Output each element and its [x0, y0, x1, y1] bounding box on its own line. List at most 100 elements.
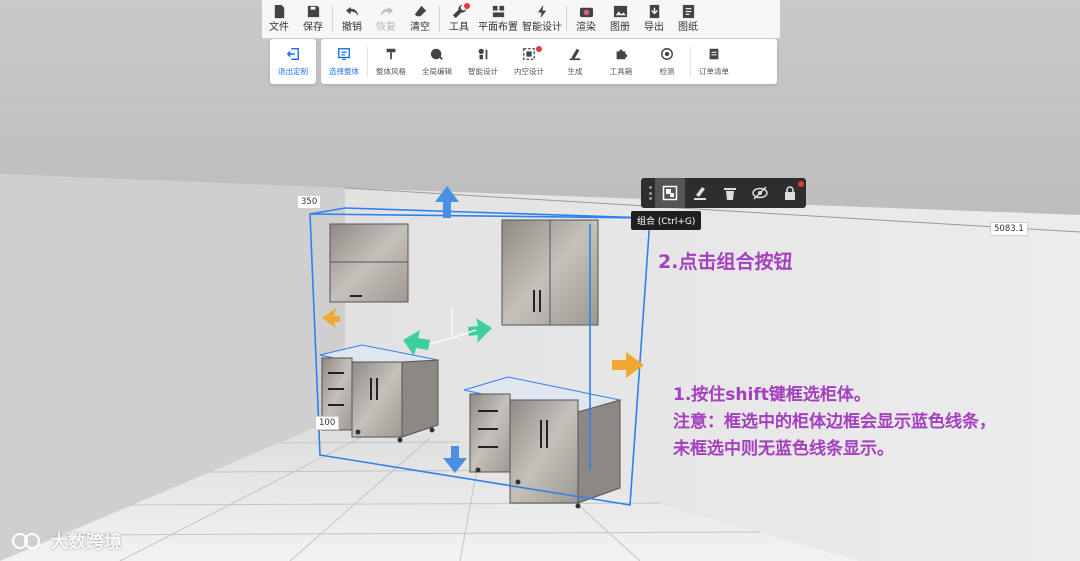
detect-icon — [661, 47, 673, 60]
undo-icon — [345, 6, 358, 17]
toolbar-smart-design[interactable]: 智能设计 — [520, 0, 564, 38]
toolbar-export[interactable]: 导出 — [637, 0, 671, 38]
toolbar-album-label: 图册 — [610, 22, 630, 33]
annotation-step-2: 2.点击组合按钮 — [658, 251, 793, 273]
toolbar-drawing-label: 图纸 — [678, 22, 698, 33]
generate-icon — [569, 48, 581, 60]
toolbar-tools-label: 工具 — [449, 22, 469, 33]
redo-icon — [380, 6, 393, 17]
main-toolbar: 文件 保存 撤销 恢复 清空 工具 平面布置 智能设计 渲染 图册 导出 图纸 — [262, 0, 780, 39]
drawing-icon — [682, 4, 694, 19]
toolbar-divider — [566, 6, 567, 32]
order-list-icon — [709, 48, 719, 59]
save-icon — [307, 5, 319, 18]
hide-icon — [752, 186, 768, 200]
select-whole-icon — [338, 47, 350, 60]
toolbar-clear-label: 清空 — [410, 22, 430, 33]
toolbar-divider — [332, 6, 333, 32]
toolbar-redo[interactable]: 恢复 — [369, 0, 403, 38]
toolbar-render[interactable]: 渲染 — [569, 0, 603, 38]
exit-custom-label: 退出定制 — [278, 66, 308, 76]
upper-cabinet-left[interactable] — [329, 223, 409, 303]
overall-style-label: 整体风格 — [376, 66, 406, 76]
delete-icon — [724, 188, 736, 200]
file-icon — [274, 4, 284, 19]
notification-dot — [464, 3, 470, 9]
notification-dot — [536, 45, 542, 52]
overall-style-button[interactable]: 整体风格 — [368, 40, 414, 84]
annotation-step-1-line-1: 1.按住shift键框选柜体。 — [673, 385, 871, 405]
toolbar-file-label: 文件 — [269, 22, 289, 33]
inner-space-label: 内空设计 — [514, 66, 544, 76]
detect-label: 检测 — [659, 66, 675, 76]
inner-space-button[interactable]: 内空设计 — [506, 40, 552, 84]
puzzle-icon — [616, 49, 628, 59]
eraser-icon — [414, 5, 426, 17]
toolbar-smart-design-label: 智能设计 — [522, 22, 562, 33]
toolbar-file[interactable]: 文件 — [262, 0, 296, 38]
toolbar-undo-label: 撤销 — [342, 22, 362, 33]
toolbox-label: 工具箱 — [609, 66, 633, 76]
toolbar-save-label: 保存 — [303, 22, 323, 33]
watermark-text: 大数跨境 — [50, 532, 122, 553]
toolbar-floor-plan[interactable]: 平面布置 — [476, 0, 520, 38]
toolbar-drawing[interactable]: 图纸 — [671, 0, 705, 38]
lock-button[interactable] — [775, 178, 805, 208]
select-whole-button[interactable]: 选择整体 — [321, 40, 367, 84]
annotation-step-1-line-2: 注意：框选中的柜体边框会显示蓝色线条， — [673, 412, 996, 432]
exit-icon — [286, 47, 299, 60]
floor-plan-icon — [492, 5, 504, 18]
toolbar-clear[interactable]: 清空 — [403, 0, 437, 38]
dimension-label-right[interactable]: 5083.1 — [990, 222, 1028, 236]
brand-logo-icon — [12, 533, 40, 549]
inner-space-icon — [523, 47, 535, 60]
toolbar-redo-label: 恢复 — [376, 22, 396, 33]
toolbar-save[interactable]: 保存 — [296, 0, 330, 38]
export-icon — [649, 4, 659, 19]
global-edit-icon — [430, 48, 443, 60]
order-list-button[interactable]: 订单清单 — [691, 40, 737, 84]
generate-button[interactable]: 生成 — [552, 40, 598, 84]
toolbar-floor-plan-label: 平面布置 — [478, 22, 518, 33]
exit-custom-panel: 退出定制 — [270, 39, 316, 84]
camera-icon — [579, 7, 593, 18]
material-brush-icon — [694, 187, 706, 200]
notification-dot — [798, 181, 804, 187]
exit-custom-button[interactable]: 退出定制 — [270, 40, 316, 84]
lock-icon — [785, 186, 795, 200]
select-whole-label: 选择整体 — [329, 66, 359, 76]
upper-cabinet-right[interactable] — [501, 219, 599, 326]
toolbar-album[interactable]: 图册 — [603, 0, 637, 38]
toolbar-divider — [439, 6, 440, 32]
watermark: 大数跨境 — [10, 528, 122, 554]
dimension-label-top[interactable]: 350 — [297, 195, 322, 209]
custom-toolbar: 选择整体 整体风格 全局编辑 智能设计 内空设计 生成 工具箱 检测 订单清单 — [321, 39, 777, 84]
smart-design-button[interactable]: 智能设计 — [460, 40, 506, 84]
toolbar-export-label: 导出 — [644, 22, 664, 33]
dimension-label-bottom[interactable]: 100 — [315, 416, 340, 430]
smart-design-label: 智能设计 — [468, 66, 498, 76]
delete-button[interactable] — [715, 178, 745, 208]
order-list-label: 订单清单 — [699, 66, 729, 76]
drag-handle[interactable] — [645, 186, 655, 200]
annotation-step-1: 1.按住shift键框选柜体。 注意：框选中的柜体边框会显示蓝色线条， 未框选中… — [673, 382, 996, 463]
toolbox-button[interactable]: 工具箱 — [598, 40, 644, 84]
generate-label: 生成 — [567, 66, 583, 76]
global-edit-button[interactable]: 全局编辑 — [414, 40, 460, 84]
global-edit-label: 全局编辑 — [422, 66, 452, 76]
group-icon — [662, 185, 678, 201]
smart-design-icon — [478, 48, 488, 59]
viewport-3d-scene[interactable] — [0, 0, 1080, 561]
hide-button[interactable] — [745, 178, 775, 208]
group-button[interactable] — [655, 178, 685, 208]
annotation-step-1-line-3: 未框选中则无蓝色线条显示。 — [673, 439, 894, 459]
toolbar-render-label: 渲染 — [576, 22, 596, 33]
material-brush-button[interactable] — [685, 178, 715, 208]
detect-button[interactable]: 检测 — [644, 40, 690, 84]
lightning-icon — [537, 4, 546, 19]
album-icon — [613, 5, 627, 18]
group-tooltip: 组合 (Ctrl+G) — [631, 211, 702, 230]
style-brush-icon — [386, 48, 396, 59]
toolbar-undo[interactable]: 撤销 — [335, 0, 369, 38]
toolbar-tools[interactable]: 工具 — [442, 0, 476, 38]
